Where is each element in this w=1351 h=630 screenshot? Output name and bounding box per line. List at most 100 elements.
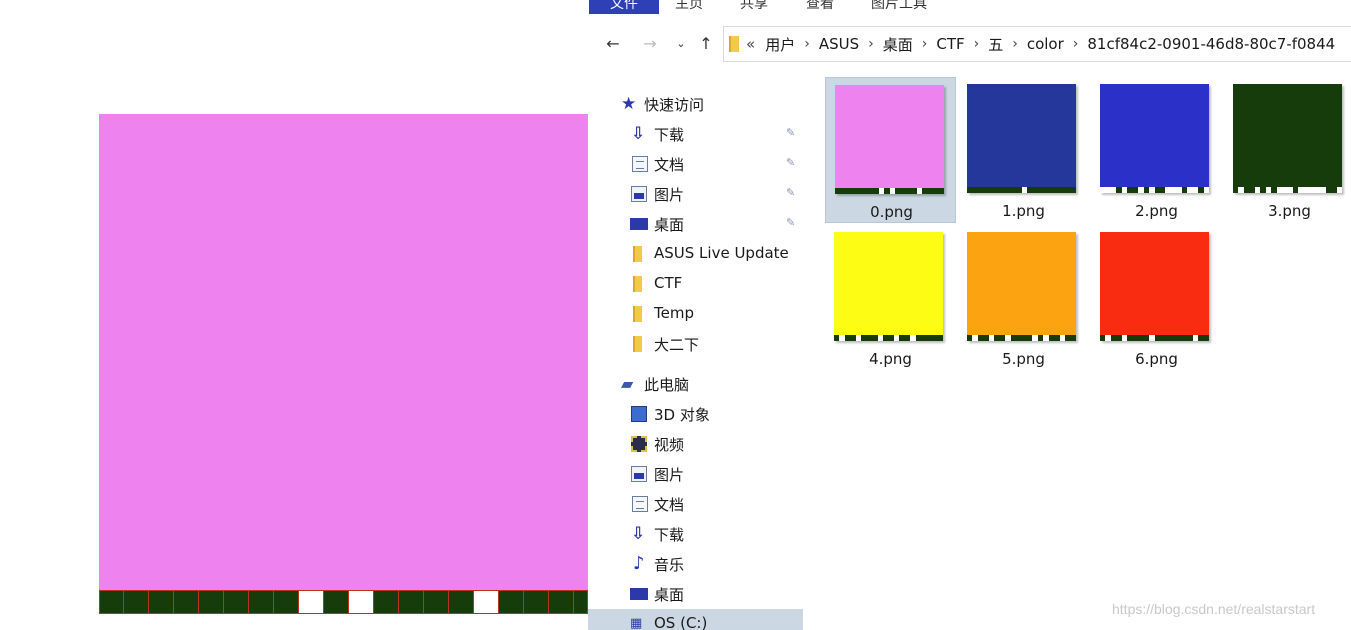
up-button[interactable]: ↑ [697,34,715,54]
breadcrumb-ctf[interactable]: CTF [936,35,964,53]
sidebar-item-asus-live-update[interactable]: ASUS Live Update [588,239,803,269]
breadcrumb-users[interactable]: 用户 [765,34,795,55]
pin-icon[interactable]: ✎ [786,217,798,229]
drive-icon: ▦ [630,616,643,630]
sidebar-item-documents[interactable]: 文档 ✎ [588,149,803,179]
video-icon [631,436,647,452]
sidebar-item-pictures[interactable]: 图片 ✎ [588,179,803,209]
strip-cell [374,591,399,614]
file-item[interactable]: 4.png [825,225,956,371]
pin-icon[interactable]: ✎ [786,187,798,199]
sidebar-item-label: 3D 对象 [654,406,710,424]
sidebar-item-downloads[interactable]: ⇩ 下载 ✎ [588,119,803,149]
ribbon-tab-share[interactable]: 共享 [740,0,780,14]
sidebar-item-label: 下载 [654,526,685,544]
strip-cell [324,591,349,614]
strip-cell [99,591,124,614]
sidebar-item-videos[interactable]: 视频 [588,429,803,459]
pictures-icon [631,466,647,482]
file-name: 1.png [1002,202,1045,220]
sidebar-item-3d-objects[interactable]: 3D 对象 [588,399,803,429]
music-note-icon: ♪ [633,553,645,574]
strip-cell [149,591,174,614]
arrow-up-icon: ↑ [699,34,713,53]
strip-cell [449,591,474,614]
sidebar-item-temp[interactable]: Temp [588,299,803,329]
arrow-right-icon: → [643,34,657,53]
sidebar-item-label: 视频 [654,436,685,454]
breadcrumb-color[interactable]: color [1027,35,1064,53]
strip-cell [224,591,249,614]
folder-icon [633,276,642,292]
computer-icon: ▰ [621,374,634,393]
strip-cell [474,591,499,614]
thumbnail-image [1100,84,1210,193]
back-button[interactable]: ← [604,34,622,54]
desktop-icon [630,588,648,600]
thumbnail-strip [1233,187,1343,193]
sidebar-item-label: 文档 [654,156,685,174]
sidebar-item-documents-pc[interactable]: 文档 [588,489,803,519]
download-arrow-icon: ⇩ [631,124,646,144]
pin-icon[interactable]: ✎ [786,157,798,169]
ribbon-tabs: 文件 主页 共享 查看 图片工具 [588,0,1351,14]
strip-cell [574,591,588,614]
file-item[interactable]: 6.png [1091,225,1222,371]
sidebar-item-desktop-pc[interactable]: 桌面 [588,579,803,609]
file-name: 5.png [1002,350,1045,368]
sidebar-item-quick-access[interactable]: ★ 快速访问 [588,89,803,119]
ribbon-tab-view[interactable]: 查看 [806,0,846,14]
strip-cell [1336,187,1343,193]
strip-cell [349,591,374,614]
breadcrumb-five[interactable]: 五 [988,34,1003,55]
ribbon-tab-file[interactable]: 文件 [589,0,659,14]
file-item[interactable]: 1.png [958,77,1089,223]
sidebar-item-pictures-pc[interactable]: 图片 [588,459,803,489]
file-item[interactable]: 3.png [1224,77,1351,223]
file-grid: 0.png 1.png 2.png 3.png 4.png 5.png 6.pn… [825,76,1351,376]
breadcrumb-separator[interactable]: › [804,36,810,52]
breadcrumb-separator[interactable]: › [1012,36,1018,52]
ribbon-tab-home[interactable]: 主页 [675,0,715,14]
breadcrumb-separator[interactable]: › [974,36,980,52]
breadcrumb-desktop[interactable]: 桌面 [883,34,913,55]
forward-button[interactable]: → [641,34,659,54]
strip-cell [199,591,224,614]
strip-cell [499,591,524,614]
thumbnail-strip [967,187,1077,193]
address-bar[interactable]: « 用户 › ASUS › 桌面 › CTF › 五 › color › 81c… [723,26,1351,62]
breadcrumb-separator[interactable]: › [1073,36,1079,52]
sidebar-item-this-pc[interactable]: ▰ 此电脑 [588,369,803,399]
pin-icon[interactable]: ✎ [786,127,798,139]
file-item[interactable]: 2.png [1091,77,1222,223]
arrow-left-icon: ← [606,34,620,53]
sidebar-item-desktop[interactable]: 桌面 ✎ [588,209,803,239]
recent-locations-button[interactable]: ⌄ [672,34,690,54]
thumbnail-strip [1100,187,1210,193]
file-item[interactable]: 5.png [958,225,1089,371]
sidebar-item-label: 桌面 [654,586,685,604]
file-name: 2.png [1135,202,1178,220]
ribbon-tab-picture-tools[interactable]: 图片工具 [871,0,951,14]
address-overflow[interactable]: « [746,35,755,53]
3d-objects-icon [631,406,647,422]
sidebar-item-sophomore[interactable]: 大二下 [588,329,803,359]
file-name: 0.png [870,203,913,221]
sidebar-item-ctf[interactable]: CTF [588,269,803,299]
breadcrumb-separator[interactable]: › [922,36,928,52]
navigation-bar: ← → ⌄ ↑ « 用户 › ASUS › 桌面 › CTF › 五 › col… [588,26,1351,62]
chevron-down-icon: ⌄ [676,37,686,50]
strip-cell [1203,335,1210,341]
breadcrumb-asus[interactable]: ASUS [819,35,859,53]
sidebar-item-music[interactable]: ♪ 音乐 [588,549,803,579]
strip-cell [249,591,274,614]
sidebar-item-downloads-pc[interactable]: ⇩ 下载 [588,519,803,549]
breadcrumb-separator[interactable]: › [868,36,874,52]
sidebar-item-os-drive[interactable]: ▦ OS (C:) [588,609,803,630]
file-item[interactable]: 0.png [825,77,956,223]
strip-cell [937,335,944,341]
breadcrumb-current-folder[interactable]: 81cf84c2-0901-46d8-80c7-f0844 [1087,35,1335,53]
file-name: 3.png [1268,202,1311,220]
watermark-text: https://blog.csdn.net/realstarstart [1112,601,1316,617]
desktop-icon [630,218,648,230]
